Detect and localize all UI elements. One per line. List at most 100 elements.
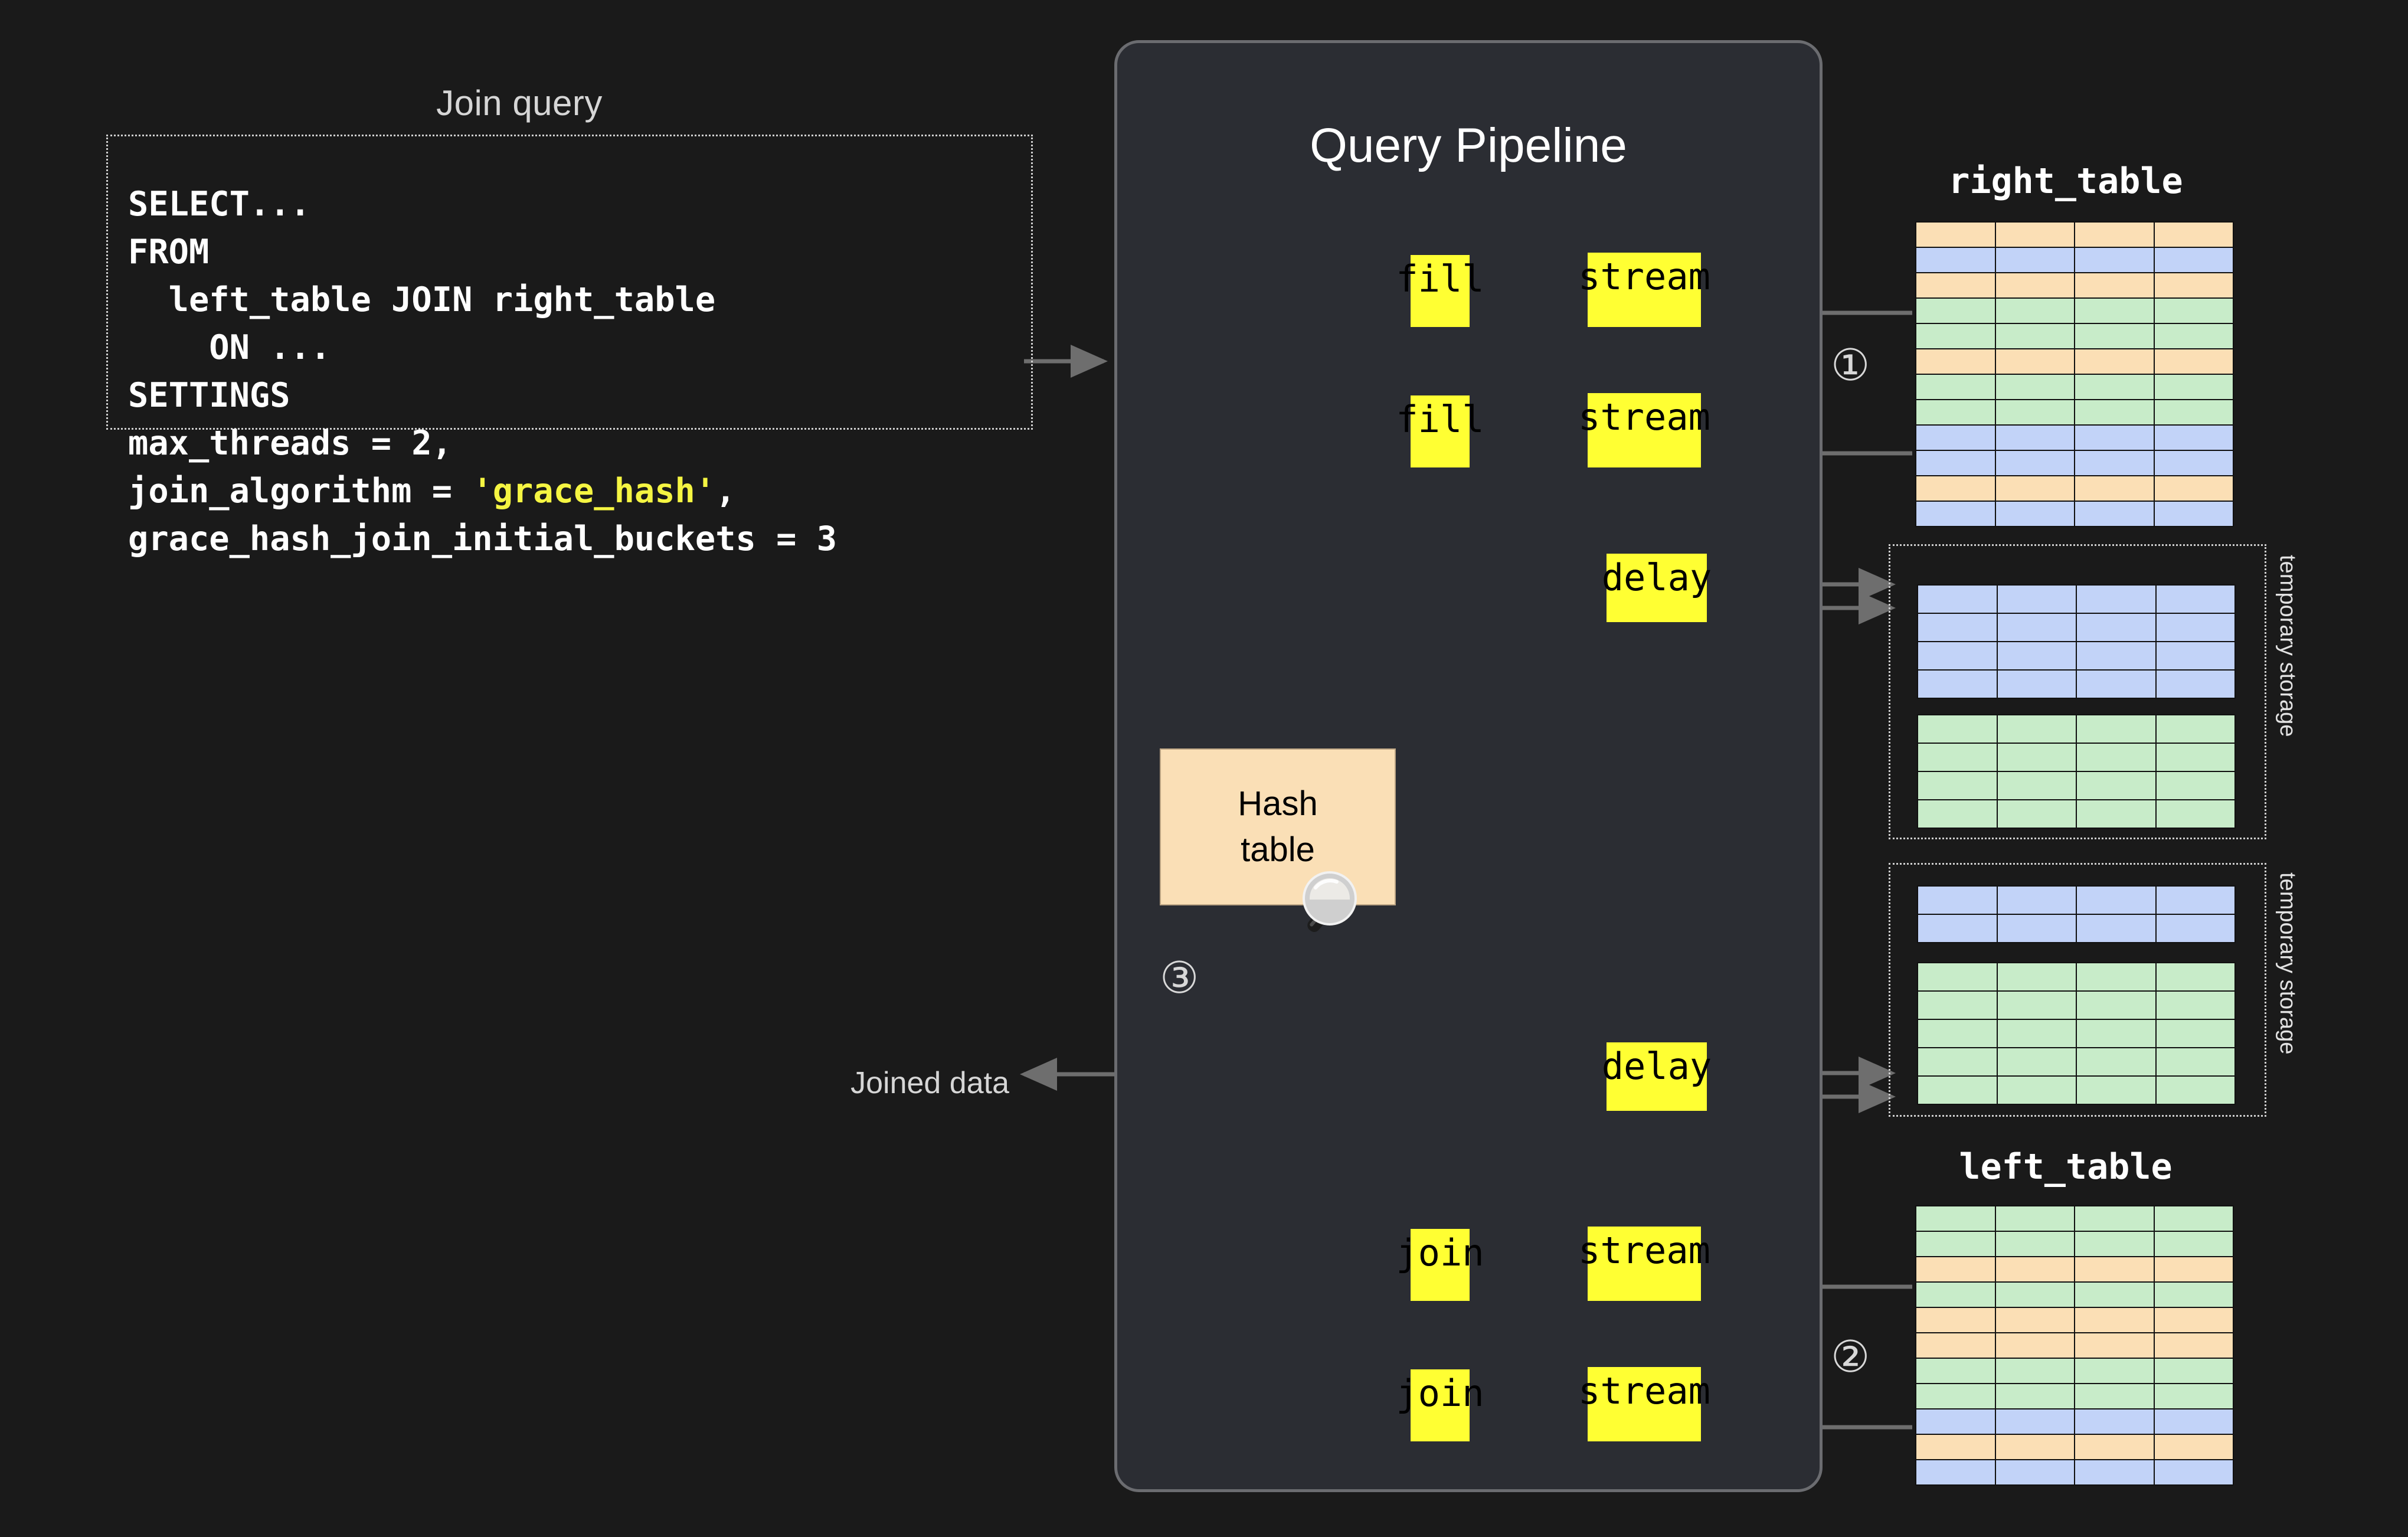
- table-cell: [1915, 1256, 1996, 1283]
- table-cell: [1994, 501, 2075, 527]
- right-table-title: right_table: [1948, 161, 2183, 202]
- operator-fill-2[interactable]: fill: [1396, 395, 1484, 467]
- table-cell: [1994, 424, 2075, 451]
- operator-join-1[interactable]: join: [1396, 1229, 1484, 1301]
- table-cell: [2074, 348, 2155, 375]
- table-cell: [1917, 990, 1998, 1020]
- query-title: Join query: [436, 83, 603, 123]
- table-row: [1915, 450, 2234, 476]
- table-cell: [2074, 297, 2155, 324]
- table-cell: [2153, 221, 2234, 248]
- operator-fill-1[interactable]: fill: [1396, 255, 1484, 327]
- table-cell: [1915, 348, 1996, 375]
- table-cell: [1994, 1358, 2075, 1384]
- table-cell: [1994, 297, 2075, 324]
- table-cell: [2153, 1383, 2234, 1410]
- table-cell: [2155, 669, 2236, 699]
- table-row: [1917, 799, 2236, 829]
- table-cell: [1994, 1383, 2075, 1410]
- table-cell: [1994, 1281, 2075, 1308]
- operator-stream-2[interactable]: stream: [1578, 393, 1710, 467]
- table-row: [1917, 962, 2236, 992]
- table-cell: [1917, 584, 1998, 614]
- table-cell: [2155, 641, 2236, 671]
- operator-stream-1[interactable]: stream: [1578, 253, 1710, 327]
- table-cell: [2076, 1075, 2157, 1105]
- table-cell: [1915, 1459, 1996, 1486]
- table-cell: [2076, 885, 2157, 915]
- table-row: [1917, 990, 2236, 1020]
- table-cell: [1917, 743, 1998, 772]
- table-cell: [1917, 771, 1998, 800]
- table-cell: [1915, 1307, 1996, 1333]
- table-row: [1915, 1307, 2234, 1333]
- left-table: [1915, 1205, 2234, 1486]
- table-cell: [2076, 584, 2157, 614]
- table-row: [1915, 501, 2234, 527]
- table-cell: [1994, 374, 2075, 400]
- table-cell: [1996, 584, 2077, 614]
- table-cell: [2074, 1383, 2155, 1410]
- table-cell: [1915, 1434, 1996, 1460]
- table-cell: [1994, 1408, 2075, 1435]
- table-cell: [1917, 641, 1998, 671]
- table-cell: [2074, 1231, 2155, 1257]
- table-row: [1915, 1383, 2234, 1410]
- table-cell: [2074, 323, 2155, 349]
- table-row: [1915, 1281, 2234, 1308]
- table-cell: [1917, 613, 1998, 642]
- table-cell: [1994, 450, 2075, 476]
- table-cell: [2076, 1019, 2157, 1048]
- table-row: [1915, 1231, 2234, 1257]
- table-cell: [2153, 1231, 2234, 1257]
- operator-delay-1[interactable]: delay: [1602, 554, 1712, 622]
- table-cell: [1994, 1231, 2075, 1257]
- table-row: [1915, 1205, 2234, 1232]
- table-cell: [2076, 613, 2157, 642]
- table-cell: [2074, 1281, 2155, 1308]
- table-cell: [1915, 1231, 1996, 1257]
- operator-stream-4[interactable]: stream: [1578, 1367, 1710, 1441]
- table-cell: [2074, 247, 2155, 273]
- table-cell: [2155, 771, 2236, 800]
- table-row: [1915, 1434, 2234, 1460]
- table-cell: [2076, 714, 2157, 744]
- table-cell: [1994, 272, 2075, 299]
- table-cell: [1917, 885, 1998, 915]
- table-row: [1915, 374, 2234, 400]
- table-cell: [1917, 669, 1998, 699]
- table-row: [1915, 247, 2234, 273]
- table-cell: [2153, 1408, 2234, 1435]
- table-cell: [2076, 771, 2157, 800]
- magnifier-icon: [1303, 871, 1357, 933]
- table-cell: [1994, 1434, 2075, 1460]
- temp-storage-2-block-blue: [1917, 885, 2236, 943]
- table-cell: [1915, 424, 1996, 451]
- table-row: [1915, 1408, 2234, 1435]
- table-cell: [2153, 247, 2234, 273]
- table-cell: [2076, 641, 2157, 671]
- table-cell: [2153, 374, 2234, 400]
- table-cell: [1994, 399, 2075, 426]
- table-cell: [2076, 990, 2157, 1020]
- table-cell: [1917, 799, 1998, 829]
- table-cell: [2155, 1075, 2236, 1105]
- step-marker-2: ②: [1831, 1332, 1870, 1381]
- joined-data-label: Joined data: [850, 1066, 1009, 1100]
- table-cell: [2076, 914, 2157, 943]
- query-box: SELECT... FROM left_table JOIN right_tab…: [106, 135, 1033, 558]
- table-cell: [2155, 743, 2236, 772]
- table-cell: [2155, 885, 2236, 915]
- table-cell: [1996, 1075, 2077, 1105]
- operator-stream-3[interactable]: stream: [1578, 1227, 1710, 1301]
- table-cell: [2076, 799, 2157, 829]
- table-cell: [1917, 962, 1998, 992]
- table-cell: [2076, 962, 2157, 992]
- table-cell: [2074, 1408, 2155, 1435]
- temp-storage-2-label: temporary storage: [2275, 872, 2300, 1055]
- table-cell: [2076, 1047, 2157, 1077]
- table-row: [1915, 297, 2234, 324]
- operator-delay-2[interactable]: delay: [1602, 1042, 1712, 1111]
- operator-join-2[interactable]: join: [1396, 1369, 1484, 1441]
- table-cell: [1996, 1019, 2077, 1048]
